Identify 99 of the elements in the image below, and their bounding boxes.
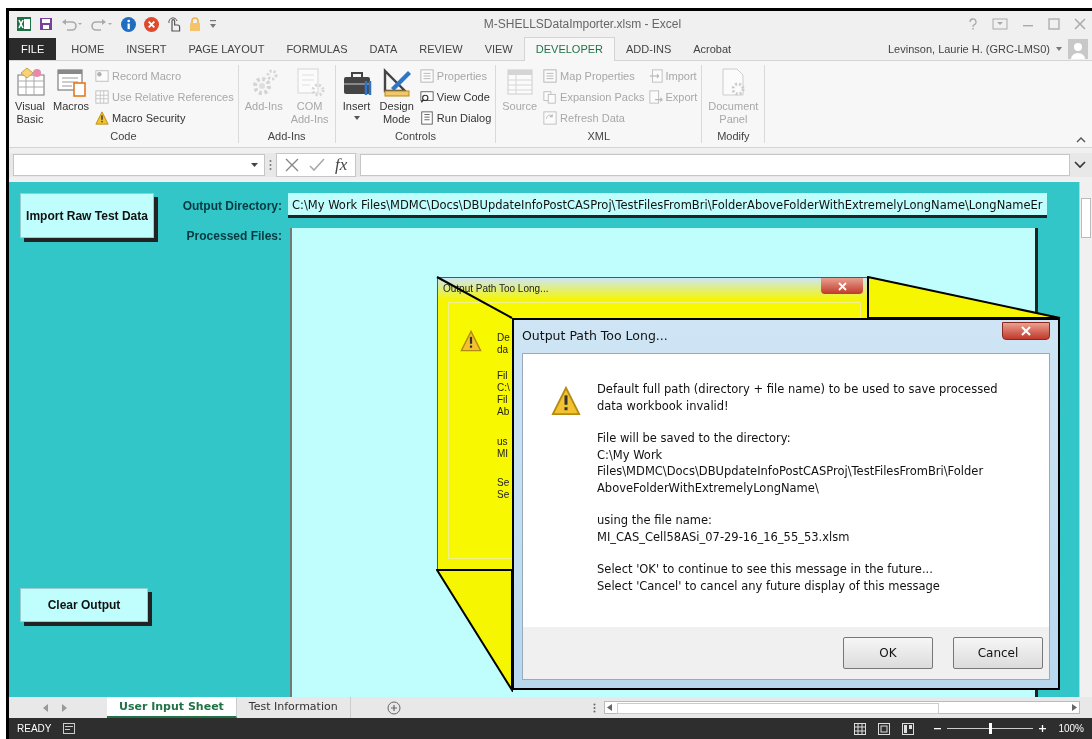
warning-icon: [551, 386, 581, 416]
dialog-icon: [419, 110, 434, 125]
message-text: us MI: [497, 436, 509, 460]
group-label: Code: [109, 129, 138, 143]
ribbon-display-icon[interactable]: [992, 18, 1008, 30]
scroll-left-icon: [607, 704, 612, 711]
ribbon-button[interactable]: Macros: [51, 65, 92, 129]
field-label: Output Directory:: [181, 199, 282, 213]
spreadsheet-logo-icon[interactable]: [17, 17, 31, 31]
ribbon-tab[interactable]: REVIEW: [408, 38, 474, 60]
ribbon-tab[interactable]: ADD-INS: [615, 38, 683, 60]
customize-caret-icon[interactable]: [209, 19, 217, 29]
message-text: Fil C:\ Fil Ab: [497, 370, 510, 418]
caret-icon[interactable]: [1056, 47, 1062, 51]
vertical-scrollbar[interactable]: [1079, 182, 1092, 697]
refresh-icon: [543, 110, 558, 125]
export-icon: [648, 89, 663, 104]
caret-icon: [353, 116, 360, 120]
save-icon[interactable]: [39, 17, 53, 31]
close-button[interactable]: [1002, 322, 1050, 340]
ribbon-tab[interactable]: DATA: [358, 38, 409, 60]
ribbon-button[interactable]: Design Mode: [377, 65, 416, 129]
zoom-level[interactable]: 100%: [1058, 723, 1084, 734]
grip-icon: [269, 159, 272, 171]
list-icon: [543, 68, 558, 83]
scroll-right-icon: [1072, 704, 1077, 711]
grid-icon: [504, 67, 535, 97]
help-icon[interactable]: [968, 18, 978, 30]
output-directory-field[interactable]: C:\My Work Files\MDMC\Docs\DBUpdateInfoPostCASProj\TestFilesFromBri\FolderAboveFolderWithExtremelyLongName\LongNameEr: [288, 193, 1047, 218]
sheet-icon: [15, 67, 45, 97]
page-layout-icon[interactable]: [878, 722, 891, 735]
close-icon: [837, 281, 847, 291]
code-window-icon: [419, 89, 434, 104]
dialog-button[interactable]: OK: [843, 637, 933, 669]
ribbon-button[interactable]: Run Dialog: [419, 109, 492, 126]
horizontal-scrollbar[interactable]: [604, 701, 1080, 714]
undo-icon[interactable]: [61, 17, 83, 31]
ribbon-tab[interactable]: INSERT: [115, 38, 178, 60]
ribbon-tab[interactable]: PAGE LAYOUT: [177, 38, 276, 60]
record-icon: [95, 68, 110, 83]
ribbon-tab[interactable]: FILE: [9, 38, 57, 60]
import-icon: [648, 68, 663, 83]
collapse-ribbon-icon[interactable]: [1076, 137, 1086, 143]
scroll-right-icon[interactable]: [62, 703, 67, 712]
caret-icon: [251, 163, 258, 167]
close-button[interactable]: [821, 278, 863, 294]
group-label: XML: [586, 129, 612, 143]
status-text: READY: [17, 723, 52, 734]
normal-view-icon[interactable]: [854, 722, 867, 735]
ribbon-button[interactable]: Visual Basic: [13, 65, 47, 129]
message-text: Select 'OK' to continue to see this message in the future... Select 'Cancel' to cancel any future display of this message: [597, 561, 941, 594]
sheet-tab[interactable]: User Input Sheet: [107, 697, 237, 718]
close-icon[interactable]: [1074, 18, 1086, 30]
touch-icon[interactable]: [167, 16, 181, 32]
dialog-button[interactable]: Cancel: [953, 637, 1043, 669]
message-text: De da: [497, 332, 510, 356]
ribbon-tab[interactable]: DEVELOPER: [523, 37, 615, 61]
zoom-out-icon[interactable]: [934, 725, 942, 732]
ribbon-button[interactable]: Macro Security: [95, 109, 234, 126]
ribbon-button[interactable]: Insert: [339, 65, 374, 129]
dialog-title: Output Path Too Long...: [521, 327, 669, 345]
ribbon-button[interactable]: View Code: [419, 88, 492, 105]
warning-icon: [95, 110, 110, 125]
group-label: Modify: [716, 129, 751, 143]
message-text: Default full path (directory + file name) to be used to save processed data workbook invalid!: [597, 381, 998, 414]
group-label: Controls: [393, 129, 437, 143]
expand-formula-icon[interactable]: [1074, 161, 1086, 169]
window-title: M-SHELLSDataImporter.xlsm - Excel: [482, 17, 683, 31]
formula-field[interactable]: [360, 154, 1070, 176]
ribbon-tab[interactable]: Acrobat: [682, 38, 743, 60]
list-icon: [419, 68, 434, 83]
ribbon-tab[interactable]: FORMULAS: [275, 38, 359, 60]
zoom-in-icon[interactable]: [1039, 725, 1047, 732]
macro-record-icon[interactable]: [63, 723, 76, 734]
close-icon: [1021, 326, 1031, 336]
stop-icon[interactable]: [144, 16, 159, 32]
grip-icon[interactable]: [593, 702, 596, 713]
redo-icon[interactable]: [91, 17, 113, 31]
message-text: Se Se: [497, 477, 510, 501]
ribbon-tab[interactable]: HOME: [60, 38, 116, 60]
cancel-icon[interactable]: [285, 158, 299, 172]
ruler-pencil-icon: [381, 67, 412, 97]
account-name[interactable]: Levinson, Laurie H. (GRC-LMS0): [888, 43, 1050, 55]
message-text: using the file name: MI_CAS_Cell58ASi_07-29-16_16_55_53.xlsm: [597, 512, 851, 545]
group-label: Add-Ins: [266, 129, 307, 143]
scroll-left-icon[interactable]: [43, 703, 48, 712]
message-text: File will be saved to the directory: C:\My Work Files\MDMC\Docs\DBUpdateInfoPostCASProj\TestFilesFromBri\Folder AboveFolderWithExtremelyLongName\: [597, 430, 985, 496]
add-sheet-icon[interactable]: [386, 700, 401, 715]
field-label: Processed Files:: [185, 229, 282, 243]
ribbon-tab[interactable]: VIEW: [473, 38, 524, 60]
warning-icon: [460, 330, 482, 352]
package-icon: [543, 89, 558, 104]
form-gear-icon: [294, 67, 325, 97]
insert-function-button[interactable]: fx: [335, 155, 348, 175]
window-icon: [56, 67, 87, 97]
check-icon[interactable]: [309, 158, 325, 172]
page-break-icon[interactable]: [902, 722, 915, 735]
grid-icon: [95, 89, 110, 104]
info-icon[interactable]: [121, 16, 136, 32]
